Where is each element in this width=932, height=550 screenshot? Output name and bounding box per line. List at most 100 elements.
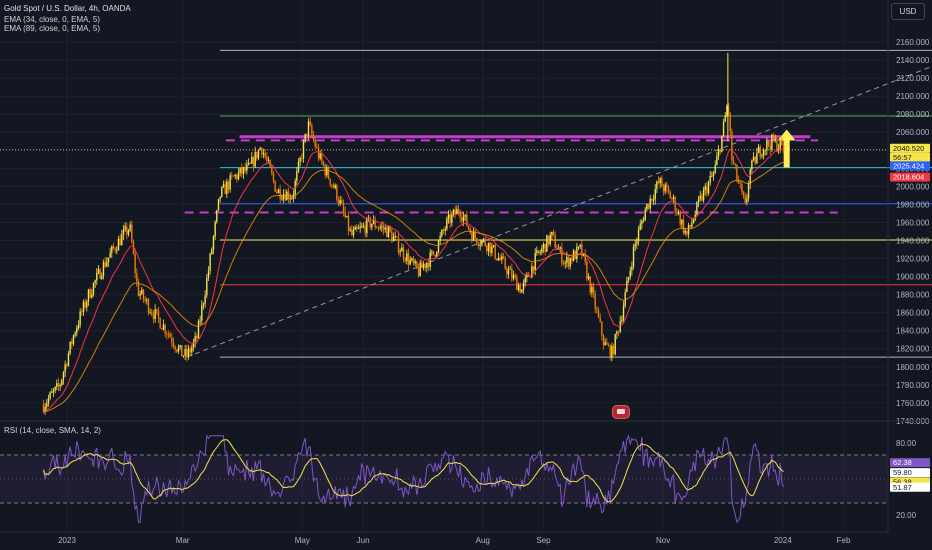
candle-body <box>247 162 250 165</box>
candle-body <box>167 334 170 335</box>
candle-body <box>571 258 573 261</box>
candle-body <box>319 153 321 159</box>
candle-body <box>651 198 653 201</box>
candle-body <box>49 392 51 399</box>
candle-body <box>652 199 655 201</box>
candle-body <box>331 184 333 186</box>
candle-body <box>439 236 441 241</box>
candle-body <box>737 179 740 184</box>
candle-body <box>491 246 493 254</box>
candle-body <box>432 251 435 255</box>
candle-body <box>332 184 335 188</box>
candle-body <box>191 347 193 353</box>
candle-body <box>537 250 540 253</box>
candle-body <box>157 310 160 319</box>
candle-body <box>682 219 685 233</box>
candle-body <box>116 250 118 252</box>
candle-body <box>417 268 420 277</box>
candle-body <box>447 214 450 219</box>
candle-body <box>384 227 386 230</box>
candle-body <box>686 230 688 235</box>
candle-body <box>706 186 708 194</box>
candle-body <box>719 149 721 152</box>
candle-body <box>282 194 285 199</box>
candle-body <box>237 172 240 180</box>
candle-body <box>351 229 353 236</box>
candle-body <box>239 167 241 173</box>
candle-body <box>272 173 275 181</box>
price-tick-label: 2100.000 <box>896 92 930 101</box>
candle-body <box>156 309 158 311</box>
symbol-title[interactable]: Gold Spot / U.S. Dollar, 4h, OANDA <box>4 4 131 13</box>
candle-body <box>404 258 406 262</box>
candle-body <box>139 293 141 296</box>
candle-body <box>661 177 663 187</box>
candle-body <box>641 220 643 225</box>
candle-body <box>86 301 88 308</box>
candle-body <box>361 226 363 227</box>
price-tick-label: 1940.000 <box>896 236 930 245</box>
candle-body <box>607 344 610 346</box>
candle-body <box>467 225 470 229</box>
candle-body <box>552 231 555 235</box>
candle-body <box>639 224 641 230</box>
ema-89-legend[interactable]: EMA (89, close, 0, EMA, 5) <box>4 24 100 33</box>
candle-body <box>406 253 408 262</box>
candle-body <box>734 163 736 165</box>
currency-button[interactable]: USD <box>891 3 925 20</box>
candle-body <box>181 345 183 357</box>
time-tick-label: Feb <box>837 536 851 545</box>
price-tick-label: 2080.000 <box>896 110 930 119</box>
candle-body <box>622 306 625 320</box>
candle-body <box>724 115 726 122</box>
candle-body <box>284 194 286 201</box>
chart-canvas[interactable]: 1 (2150.711)0.786 (2077.948)0.618 (2020.… <box>0 0 932 550</box>
candle-body <box>246 164 248 171</box>
candle-body <box>621 319 623 322</box>
candle-body <box>754 156 756 164</box>
candle-body <box>342 203 345 212</box>
rsi-legend[interactable]: RSI (14, close, SMA, 14, 2) <box>4 426 101 435</box>
candle-body <box>587 276 590 280</box>
candle-body <box>254 151 256 167</box>
candle-body <box>354 226 356 230</box>
candle-body <box>566 256 568 263</box>
candle-body <box>322 161 325 166</box>
candle-body <box>121 234 123 246</box>
candle-body <box>381 226 383 228</box>
candle-body <box>657 181 660 184</box>
candle-body <box>92 283 95 295</box>
candle-body <box>497 257 500 261</box>
candle-body <box>66 364 68 366</box>
candle-body <box>707 182 710 194</box>
candle-body <box>291 197 293 199</box>
price-tick-label: 1780.000 <box>896 381 930 390</box>
candle-body <box>194 336 196 343</box>
flag-marker-icon[interactable] <box>612 405 630 419</box>
candle-body <box>221 187 223 197</box>
candle-body <box>414 261 416 264</box>
candle-body <box>261 147 263 155</box>
candle-body <box>87 289 90 302</box>
candle-body <box>114 248 116 251</box>
candle-body <box>271 167 273 174</box>
candle-body <box>782 145 785 152</box>
candle-body <box>546 235 548 252</box>
candle-body <box>189 348 191 353</box>
candle-body <box>366 218 368 234</box>
candle-body <box>551 231 553 236</box>
candle-body <box>672 197 675 199</box>
candle-body <box>604 342 606 346</box>
candle-body <box>359 226 361 229</box>
candle-body <box>441 230 443 237</box>
candle-body <box>274 180 276 192</box>
ema-34-legend[interactable]: EMA (34, close, 0, EMA, 5) <box>4 15 100 24</box>
time-tick-label: Aug <box>476 536 490 545</box>
candle-body <box>364 225 366 234</box>
candle-body <box>264 152 266 158</box>
candle-body <box>42 404 45 412</box>
candle-body <box>394 236 396 238</box>
candle-body <box>446 218 448 229</box>
candle-body <box>112 246 115 249</box>
candle-body <box>171 337 173 343</box>
